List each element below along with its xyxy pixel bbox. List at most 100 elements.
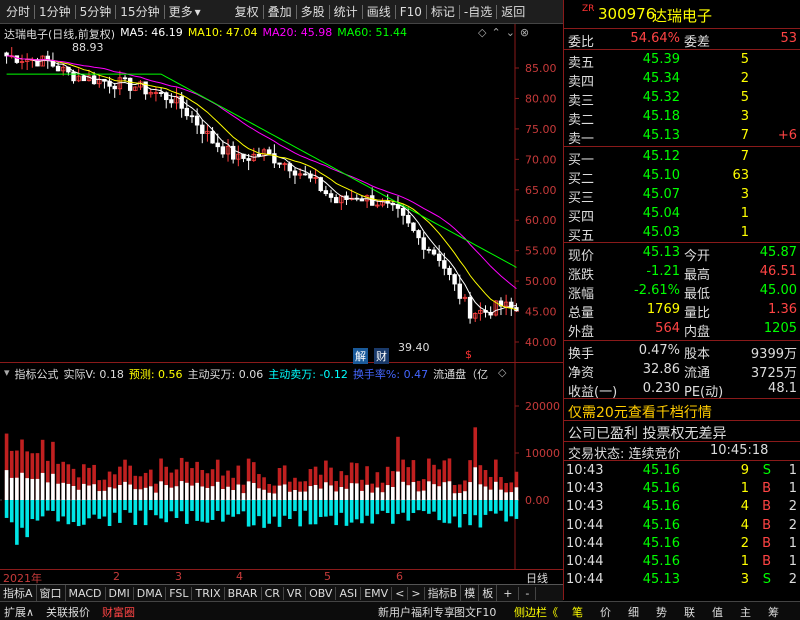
mark-button[interactable]: 标记 (431, 3, 455, 20)
active-buy-bar (298, 491, 302, 500)
tick-row: 10:44 45.16 1 B 1 (564, 553, 800, 572)
tick-count: 2 (788, 499, 797, 515)
tab-board[interactable]: 板 (479, 585, 498, 601)
tab-intraday[interactable]: 分时 (6, 3, 30, 20)
multi-stock-button[interactable]: 多股 (301, 3, 325, 20)
y-tick-label: 75.00 (525, 123, 557, 136)
tab-emv[interactable]: EMV (361, 586, 393, 600)
unlock-marker[interactable]: 解 (353, 348, 368, 364)
volume-chart[interactable]: 20000 10000 0.00 (0, 363, 563, 569)
expand-button[interactable]: 扩展∧ (4, 604, 34, 620)
active-buy-bar (370, 492, 375, 500)
indicator-legend-item: 实际V: 0.18 (63, 368, 124, 381)
scroll-left-button[interactable]: < (392, 586, 409, 600)
active-buy-bar (215, 481, 220, 500)
sell-volume-bar (15, 500, 19, 545)
sell-volume-bar (298, 500, 302, 527)
tab-1min[interactable]: 1分钟 (39, 3, 71, 20)
notice-text: 公司已盈利 投票权无差异 (568, 426, 727, 442)
tab-template[interactable]: 模 (461, 585, 480, 601)
tab-cr[interactable]: CR (262, 586, 284, 600)
related-quotes-button[interactable]: 关联报价 (46, 604, 90, 620)
sidebar-toggle-button[interactable]: 侧边栏《 (514, 604, 558, 620)
tab-5min[interactable]: 5分钟 (80, 3, 112, 20)
sell-volume-bar (262, 500, 266, 528)
active-buy-bar (148, 486, 153, 500)
wealth-circle-button[interactable]: 财富圈 (102, 604, 135, 620)
dividend-marker[interactable]: $ (463, 348, 474, 361)
diamond-icon[interactable]: ◇ (498, 366, 506, 379)
tab-main[interactable]: 主 (740, 604, 751, 620)
active-buy-bar (76, 489, 81, 500)
tab-detail[interactable]: 细 (628, 604, 639, 620)
chevron-down-icon[interactable]: ⌄ (506, 26, 515, 39)
indicator-legend-item: 换手率%: 0.47 (352, 368, 429, 381)
x-axis: 2021年 2 3 4 5 6 日线 (0, 569, 563, 585)
active-buy-bar (344, 488, 349, 500)
period-toolbar: 分时 1分钟 5分钟 15分钟 更多 ▾ 复权 叠加 多股 统计 画线 F10 … (0, 0, 563, 24)
chart-area[interactable]: 85.00 80.00 75.00 70.00 65.00 60.00 55.00 50.00… (0, 24, 563, 586)
active-buy-bar (138, 489, 143, 500)
sell-volume-bar (272, 500, 277, 517)
ma60-label: MA60: 51.44 (337, 26, 407, 39)
promo-banner[interactable]: 仅需20元查看千档行情 (564, 401, 800, 421)
sell-volume-bar (164, 500, 169, 523)
sell-volume-bar (267, 500, 272, 524)
promo-text[interactable]: 仅需20元查看千档行情 (568, 402, 712, 422)
tab-indicator-a[interactable]: 指标A (0, 585, 37, 601)
tab-linked[interactable]: 联 (684, 604, 695, 620)
close-icon[interactable]: ⊗ (520, 26, 529, 39)
status-bar: 扩展∧ 关联报价 财富圈 新用户福利专享 图文F10 侧边栏《 笔 价 细 势 … (0, 601, 800, 620)
tab-15min[interactable]: 15分钟 (120, 3, 159, 20)
tab-obv[interactable]: OBV (306, 586, 337, 600)
tab-fsl[interactable]: FSL (166, 586, 193, 600)
notice-row: 公司已盈利 投票权无差异 (564, 422, 800, 442)
tab-chips[interactable]: 筹 (768, 604, 779, 620)
f10-graphic-button[interactable]: 图文F10 (454, 604, 496, 620)
tab-dma[interactable]: DMA (134, 586, 167, 600)
kline-chart[interactable]: 85.00 80.00 75.00 70.00 65.00 60.00 55.00 50.00… (0, 24, 563, 363)
zoom-in-button[interactable]: + (497, 586, 520, 600)
tab-trix[interactable]: TRIX (192, 586, 225, 600)
tab-trades[interactable]: 笔 (572, 604, 583, 620)
tab-macd[interactable]: MACD (66, 586, 106, 600)
chevron-up-icon[interactable]: ⌃ (491, 26, 500, 39)
tab-trend[interactable]: 势 (656, 604, 667, 620)
tab-vr[interactable]: VR (284, 586, 307, 600)
f10-button[interactable]: F10 (400, 5, 422, 19)
sell-volume-bar (221, 500, 225, 522)
active-buy-bar (61, 482, 66, 500)
stats-button[interactable]: 统计 (334, 3, 358, 20)
active-buy-bar (360, 490, 364, 500)
tab-window[interactable]: 窗口 (37, 585, 66, 601)
adjust-button[interactable]: 复权 (235, 3, 259, 20)
active-buy-bar (349, 483, 354, 500)
dropdown-arrow-icon[interactable]: ▾ (195, 5, 201, 19)
sell-volume-bar (87, 500, 91, 519)
active-buy-bar (416, 491, 421, 500)
weicha-label: 委差 (684, 35, 711, 50)
overlay-button[interactable]: 叠加 (268, 3, 292, 20)
earnings-marker[interactable]: 财 (374, 348, 389, 364)
tab-price[interactable]: 价 (600, 604, 611, 620)
diamond-icon[interactable]: ◇ (478, 26, 486, 39)
sell-volume-bar (293, 500, 297, 512)
scroll-right-button[interactable]: > (408, 586, 425, 600)
tab-brar[interactable]: BRAR (225, 586, 262, 600)
back-button[interactable]: 返回 (501, 3, 525, 20)
sell-volume-bar (179, 500, 184, 512)
indicator-collapse-icon[interactable]: ▾ (4, 366, 10, 382)
zoom-out-button[interactable]: - (519, 586, 537, 600)
tab-dmi[interactable]: DMI (106, 586, 134, 600)
new-user-promo[interactable]: 新用户福利专享 (378, 604, 455, 620)
tab-indicator-b[interactable]: 指标B (425, 585, 462, 601)
tab-more[interactable]: 更多 (169, 3, 193, 20)
tab-value[interactable]: 值 (712, 604, 723, 620)
ask-level-label: 卖四 (568, 75, 595, 90)
tab-asi[interactable]: ASI (336, 586, 362, 600)
active-buy-bar (118, 484, 122, 500)
x-label: 4 (236, 570, 243, 583)
indicator-legend-item[interactable]: 指标公式 (15, 366, 59, 382)
draw-line-button[interactable]: 画线 (367, 3, 391, 20)
remove-watchlist-button[interactable]: -自选 (464, 3, 492, 20)
